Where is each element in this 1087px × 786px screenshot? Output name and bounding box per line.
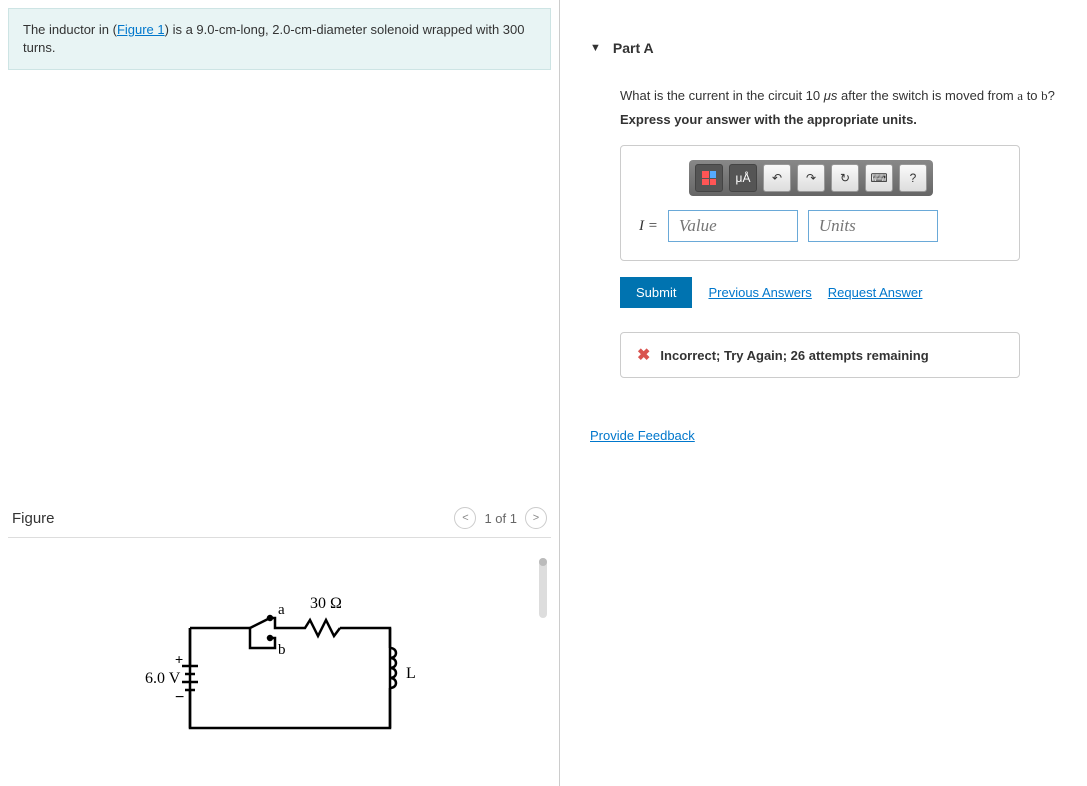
submit-row: Submit Previous Answers Request Answer	[620, 277, 1087, 308]
inductor-label: L	[406, 665, 416, 682]
provide-feedback-link[interactable]: Provide Feedback	[590, 428, 695, 443]
figure-section: Figure < 1 of 1 >	[0, 499, 559, 786]
figure-prev-button[interactable]: <	[454, 507, 476, 529]
switch-b-label: b	[278, 642, 286, 658]
keyboard-button[interactable]: ⌨	[865, 164, 893, 192]
figure-header: Figure < 1 of 1 >	[8, 499, 551, 538]
figure-link[interactable]: Figure 1	[117, 22, 165, 37]
grid-icon	[702, 171, 716, 185]
part-title: Part A	[613, 40, 654, 56]
answer-row: I =	[639, 210, 1001, 242]
provide-feedback-row: Provide Feedback	[590, 428, 1087, 443]
minus-label: −	[175, 689, 184, 706]
problem-statement: The inductor in (Figure 1) is a 9.0-cm-l…	[8, 8, 551, 70]
plus-label: +	[175, 651, 183, 667]
figure-nav: < 1 of 1 >	[454, 507, 547, 529]
units-input[interactable]	[808, 210, 938, 242]
figure-title: Figure	[12, 510, 55, 527]
figure-scrollbar[interactable]	[539, 558, 547, 618]
request-answer-link[interactable]: Request Answer	[828, 285, 923, 300]
answer-box: μÅ ↶ ↷ ↻ ⌨ ? I =	[620, 145, 1020, 261]
left-panel: The inductor in (Figure 1) is a 9.0-cm-l…	[0, 0, 560, 786]
units-button[interactable]: μÅ	[729, 164, 757, 192]
resistor-label: 30 Ω	[310, 595, 342, 612]
answer-label: I =	[639, 218, 658, 235]
instruction-text: Express your answer with the appropriate…	[620, 112, 1087, 127]
part-body: What is the current in the circuit 10 μs…	[590, 68, 1087, 443]
template-picker-button[interactable]	[695, 164, 723, 192]
caret-down-icon: ▼	[590, 42, 601, 54]
question-text: What is the current in the circuit 10 μs…	[620, 88, 1087, 104]
reset-button[interactable]: ↻	[831, 164, 859, 192]
feedback-text: Incorrect; Try Again; 26 attempts remain…	[660, 348, 928, 363]
undo-button[interactable]: ↶	[763, 164, 791, 192]
value-input[interactable]	[668, 210, 798, 242]
figure-nav-text: 1 of 1	[484, 511, 517, 526]
circuit-diagram: 6.0 V + − a b 30 Ω L	[110, 578, 450, 758]
switch-a-label: a	[278, 602, 285, 618]
feedback-box: ✖ Incorrect; Try Again; 26 attempts rema…	[620, 332, 1020, 378]
answer-toolbar: μÅ ↶ ↷ ↻ ⌨ ?	[689, 160, 933, 196]
help-button[interactable]: ?	[899, 164, 927, 192]
incorrect-icon: ✖	[637, 345, 650, 365]
submit-button[interactable]: Submit	[620, 277, 692, 308]
problem-prefix: The inductor in (	[23, 22, 117, 37]
figure-image: 6.0 V + − a b 30 Ω L	[8, 558, 551, 778]
voltage-label: 6.0 V	[145, 670, 181, 687]
previous-answers-link[interactable]: Previous Answers	[708, 285, 811, 300]
redo-button[interactable]: ↷	[797, 164, 825, 192]
part-header[interactable]: ▼ Part A	[590, 40, 1087, 68]
figure-next-button[interactable]: >	[525, 507, 547, 529]
right-panel: ▼ Part A What is the current in the circ…	[560, 0, 1087, 786]
